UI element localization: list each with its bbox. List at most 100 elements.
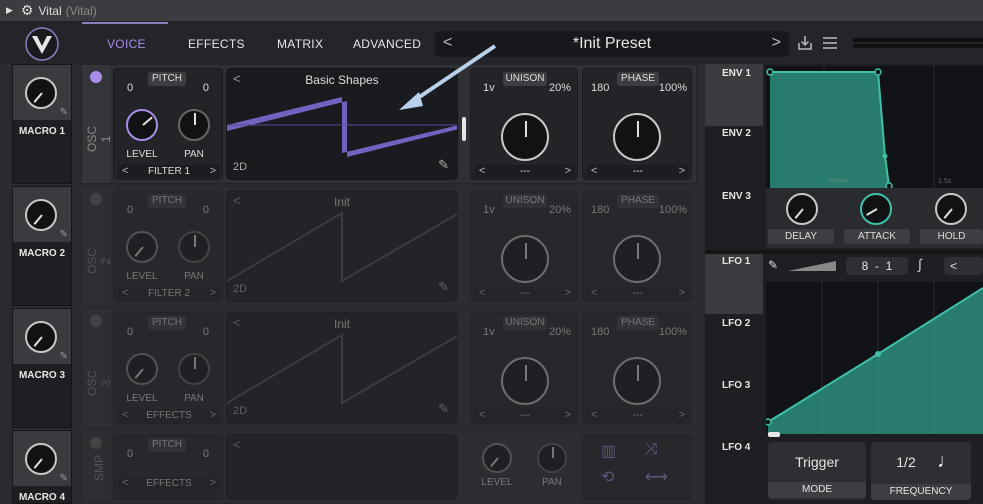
tab-lfo-2[interactable]: LFO 2	[705, 318, 763, 329]
save-preset-icon[interactable]	[796, 34, 814, 52]
unison-detune-knob[interactable]	[501, 113, 549, 161]
pencil-icon[interactable]: ✎	[60, 351, 68, 362]
lfo-preset-selector[interactable]: <	[944, 257, 983, 275]
macro-1-knob[interactable]	[25, 77, 57, 109]
macro-3-knob[interactable]	[25, 321, 57, 353]
lfo-phase-handle[interactable]	[768, 432, 780, 437]
tab-env-1[interactable]: ENV 1	[705, 68, 763, 79]
osc-3-destination-selector[interactable]: < EFFECTS >	[118, 409, 220, 422]
phase-knob[interactable]	[613, 235, 661, 283]
unison-blend-value[interactable]: 20%	[549, 204, 571, 216]
sample-enable-toggle[interactable]	[90, 437, 102, 449]
sample-destination-selector[interactable]: < EFFECTS >	[118, 477, 220, 490]
keytrack-icon[interactable]: ▥	[601, 441, 616, 461]
tab-lfo-1[interactable]: LFO 1	[705, 256, 763, 267]
sample-display[interactable]: <	[226, 434, 458, 500]
edit-wavetable-icon[interactable]: ✎	[438, 401, 449, 417]
osc-3-wavetable-display[interactable]: < Init 2D ✎	[226, 312, 458, 424]
tab-voice[interactable]: VOICE	[107, 37, 146, 51]
preset-next-button[interactable]: >	[772, 34, 781, 52]
pitch-transpose-value[interactable]: 0	[127, 82, 133, 94]
pitch-transpose-value[interactable]: 0	[127, 326, 133, 338]
level-knob[interactable]	[126, 231, 158, 263]
phase-random-value[interactable]: 100%	[659, 326, 687, 338]
spectral-morph-selector[interactable]: < --- >	[587, 409, 689, 422]
unison-blend-value[interactable]: 20%	[549, 82, 571, 94]
envelope-graph[interactable]: 350ms 1.5s	[766, 66, 983, 188]
phase-value[interactable]: 180	[591, 204, 609, 216]
dropper-icon[interactable]: ✎	[768, 258, 778, 272]
delay-knob[interactable]	[786, 193, 818, 225]
macro-4-knob[interactable]	[25, 443, 57, 475]
macro-4[interactable]: ✎ MACRO 4	[12, 430, 72, 504]
pencil-icon[interactable]: ✎	[60, 107, 68, 118]
edit-wavetable-icon[interactable]: ✎	[438, 157, 449, 173]
wavetable-mode[interactable]: 2D	[233, 161, 247, 173]
tab-env-2[interactable]: ENV 2	[705, 128, 763, 139]
phase-knob[interactable]	[613, 357, 661, 405]
phase-random-value[interactable]: 100%	[659, 82, 687, 94]
pitch-tune-value[interactable]: 0	[203, 448, 209, 460]
tab-effects[interactable]: EFFECTS	[188, 37, 245, 51]
pitch-tune-value[interactable]: 0	[203, 82, 209, 94]
unison-stack-selector[interactable]: < --- >	[475, 287, 575, 300]
pitch-tune-value[interactable]: 0	[203, 326, 209, 338]
unison-stack-selector[interactable]: < --- >	[475, 165, 575, 178]
attack-knob[interactable]	[860, 193, 892, 225]
pan-knob[interactable]	[178, 353, 210, 385]
pencil-icon[interactable]: ✎	[60, 229, 68, 240]
pan-knob[interactable]	[178, 231, 210, 263]
tab-matrix[interactable]: MATRIX	[277, 37, 323, 51]
unison-stack-selector[interactable]: < --- >	[475, 409, 575, 422]
frame-scrollbar[interactable]	[462, 117, 466, 141]
sample-level-knob[interactable]	[482, 443, 512, 473]
macro-2-knob[interactable]	[25, 199, 57, 231]
osc-1-enable-toggle[interactable]	[90, 71, 102, 83]
hold-knob[interactable]	[935, 193, 967, 225]
wavetable-mode[interactable]: 2D	[233, 283, 247, 295]
lfo-graph[interactable]	[766, 282, 983, 434]
wavetable-mode[interactable]: 2D	[233, 405, 247, 417]
macro-3[interactable]: ✎ MACRO 3	[12, 308, 72, 428]
phase-value[interactable]: 180	[591, 326, 609, 338]
smooth-slider[interactable]	[788, 259, 838, 273]
menu-icon[interactable]	[822, 36, 838, 50]
tab-lfo-4[interactable]: LFO 4	[705, 442, 763, 453]
level-knob[interactable]	[126, 109, 158, 141]
tempo-sync-note-icon[interactable]: ♩	[937, 450, 957, 473]
sample-pan-knob[interactable]	[537, 443, 567, 473]
expand-arrow-icon[interactable]: ▶	[6, 5, 13, 16]
phase-knob[interactable]	[613, 113, 661, 161]
level-knob[interactable]	[126, 353, 158, 385]
unison-detune-knob[interactable]	[501, 235, 549, 283]
pan-knob[interactable]	[178, 109, 210, 141]
pitch-transpose-value[interactable]: 0	[127, 448, 133, 460]
osc-1-destination-selector[interactable]: < FILTER 1 >	[118, 165, 220, 178]
phase-value[interactable]: 180	[591, 82, 609, 94]
osc-3-enable-toggle[interactable]	[90, 315, 102, 327]
macro-2[interactable]: ✎ MACRO 2	[12, 186, 72, 306]
gear-icon[interactable]: ⚙	[21, 2, 34, 19]
lfo-grid-size[interactable]: 8 - 1	[846, 257, 908, 275]
lfo-mode-value[interactable]: Trigger	[768, 454, 866, 470]
osc-2-wavetable-display[interactable]: < Init 2D ✎	[226, 190, 458, 302]
pitch-transpose-value[interactable]: 0	[127, 204, 133, 216]
curve-smooth-icon[interactable]: ∫	[918, 256, 922, 272]
edit-wavetable-icon[interactable]: ✎	[438, 279, 449, 295]
sample-prev-icon[interactable]: <	[233, 437, 241, 452]
unison-blend-value[interactable]: 20%	[549, 326, 571, 338]
pitch-tune-value[interactable]: 0	[203, 204, 209, 216]
tab-env-3[interactable]: ENV 3	[705, 191, 763, 202]
unison-voices-value[interactable]: 1v	[483, 326, 495, 338]
osc-2-enable-toggle[interactable]	[90, 193, 102, 205]
lfo-frequency-selector[interactable]: 1/2 ♩ FREQUENCY	[871, 442, 971, 500]
tab-lfo-3[interactable]: LFO 3	[705, 380, 763, 391]
osc-2-destination-selector[interactable]: < FILTER 2 >	[118, 287, 220, 300]
spectral-morph-selector[interactable]: < --- >	[587, 287, 689, 300]
pencil-icon[interactable]: ✎	[60, 473, 68, 484]
spectral-morph-selector[interactable]: < --- >	[587, 165, 689, 178]
macro-1[interactable]: ✎ MACRO 1	[12, 64, 72, 184]
lfo-mode-selector[interactable]: Trigger MODE	[768, 442, 866, 500]
unison-voices-value[interactable]: 1v	[483, 204, 495, 216]
loop-icon[interactable]: ⟲	[601, 467, 614, 487]
